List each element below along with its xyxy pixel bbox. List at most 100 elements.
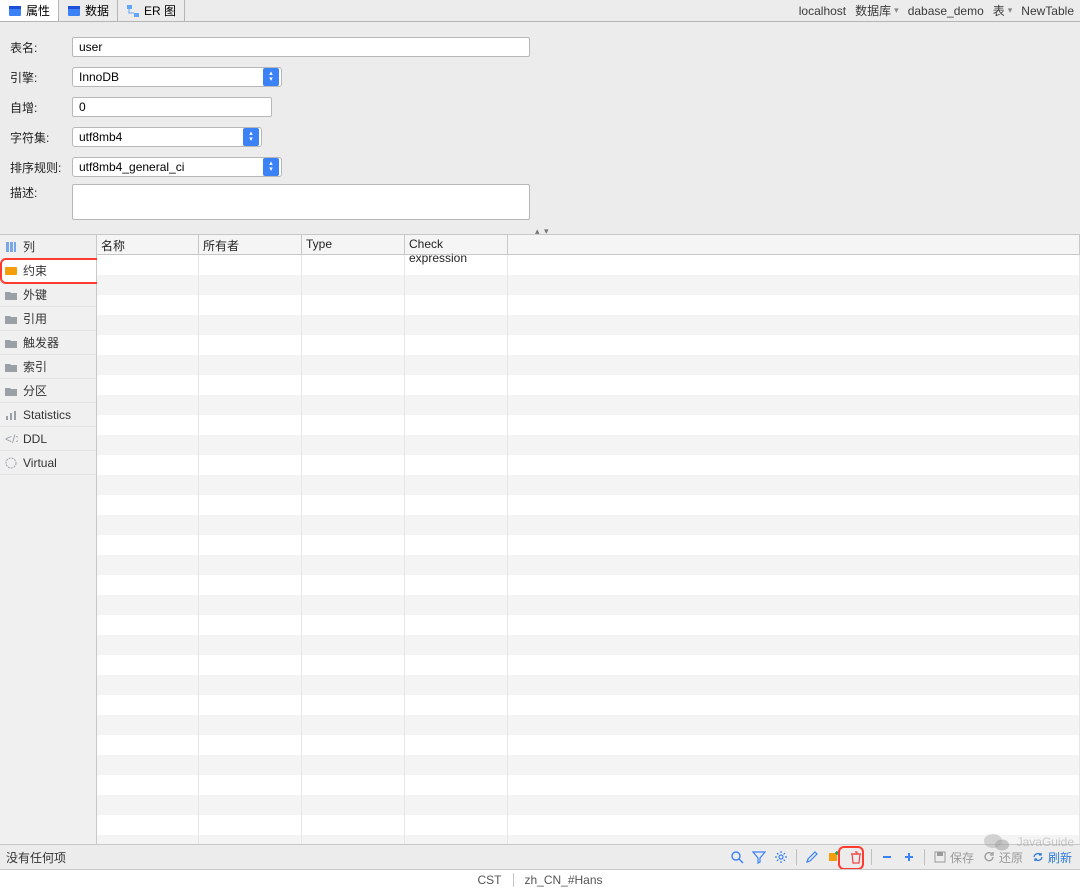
refresh-button[interactable]: 刷新 <box>1029 849 1074 866</box>
sidebar-item-virtual[interactable]: Virtual <box>0 451 96 475</box>
crumb-label: dabase_demo <box>908 4 984 18</box>
folder-icon <box>4 384 18 398</box>
folder-icon <box>4 336 18 350</box>
grid-col-spacer <box>508 235 1080 254</box>
tab-er-diagram[interactable]: ER 图 <box>118 0 185 21</box>
table-row[interactable] <box>97 575 1080 595</box>
crumb-tables[interactable]: 表▾ <box>988 2 1015 19</box>
table-row[interactable] <box>97 795 1080 815</box>
table-row[interactable] <box>97 715 1080 735</box>
description-input[interactable] <box>72 184 530 220</box>
table-row[interactable] <box>97 555 1080 575</box>
table-row[interactable] <box>97 395 1080 415</box>
main-area: 列 约束 外键 引用 触发器 索引 分区 Statistics </>DDL V… <box>0 234 1080 844</box>
label-autoincrement: 自增: <box>10 99 72 116</box>
stepper-icon[interactable] <box>263 158 279 176</box>
status-message: 没有任何项 <box>6 849 66 866</box>
sidebar-item-partitions[interactable]: 分区 <box>0 379 96 403</box>
edit-icon[interactable] <box>803 848 821 866</box>
status-bar: 没有任何项 保存 还原 刷新 <box>0 844 1080 869</box>
table-row[interactable] <box>97 255 1080 275</box>
plus-icon[interactable] <box>900 848 918 866</box>
chevron-down-icon: ▾ <box>1008 5 1013 16</box>
sidebar-item-indexes[interactable]: 索引 <box>0 355 96 379</box>
crumb-label: 表 <box>993 2 1005 19</box>
minus-icon[interactable] <box>878 848 896 866</box>
table-row[interactable] <box>97 775 1080 795</box>
section-sidebar: 列 约束 外键 引用 触发器 索引 分区 Statistics </>DDL V… <box>0 235 97 844</box>
table-row[interactable] <box>97 835 1080 844</box>
table-row[interactable] <box>97 815 1080 835</box>
table-row[interactable] <box>97 435 1080 455</box>
grid-col-check[interactable]: Check expression <box>405 235 508 254</box>
engine-value[interactable] <box>73 68 263 86</box>
table-row[interactable] <box>97 355 1080 375</box>
virtual-icon <box>4 456 18 470</box>
table-row[interactable] <box>97 315 1080 335</box>
columns-icon <box>4 240 18 254</box>
revert-button[interactable]: 还原 <box>980 849 1025 866</box>
sidebar-item-label: 列 <box>23 238 35 255</box>
stepper-icon[interactable] <box>243 128 259 146</box>
label-description: 描述: <box>10 184 72 201</box>
collation-select[interactable] <box>72 157 282 177</box>
label-engine: 引擎: <box>10 69 72 86</box>
crumb-label: localhost <box>799 4 846 18</box>
charset-value[interactable] <box>73 128 243 146</box>
locale-bar: CST zh_CN_#Hans <box>0 869 1080 889</box>
charset-select[interactable] <box>72 127 262 147</box>
table-row[interactable] <box>97 495 1080 515</box>
table-row[interactable] <box>97 275 1080 295</box>
sidebar-item-label: DDL <box>23 432 47 446</box>
grid-col-type[interactable]: Type <box>302 235 405 254</box>
tab-properties[interactable]: 属性 <box>0 0 59 21</box>
table-row[interactable] <box>97 455 1080 475</box>
sidebar-item-ddl[interactable]: </>DDL <box>0 427 96 451</box>
filter-icon[interactable] <box>750 848 768 866</box>
table-row[interactable] <box>97 655 1080 675</box>
crumb-database[interactable]: dabase_demo <box>903 4 986 18</box>
sidebar-item-label: 约束 <box>23 262 47 279</box>
sidebar-item-triggers[interactable]: 触发器 <box>0 331 96 355</box>
grid-col-name[interactable]: 名称 <box>97 235 199 254</box>
button-label: 刷新 <box>1048 849 1072 866</box>
table-row[interactable] <box>97 475 1080 495</box>
table-row[interactable] <box>97 635 1080 655</box>
crumb-host[interactable]: localhost <box>794 4 848 18</box>
crumb-table[interactable]: NewTable <box>1016 4 1076 18</box>
table-row[interactable] <box>97 695 1080 715</box>
tab-data[interactable]: 数据 <box>59 0 118 21</box>
search-icon[interactable] <box>728 848 746 866</box>
sidebar-item-references[interactable]: 引用 <box>0 307 96 331</box>
sidebar-item-label: 引用 <box>23 310 47 327</box>
autoincrement-input[interactable] <box>72 97 272 117</box>
crumb-databases[interactable]: 数据库▾ <box>850 2 901 19</box>
table-name-input[interactable] <box>72 37 530 57</box>
collation-value[interactable] <box>73 158 263 176</box>
table-row[interactable] <box>97 675 1080 695</box>
er-icon <box>126 4 140 18</box>
delete-icon[interactable] <box>847 848 865 866</box>
sidebar-item-columns[interactable]: 列 <box>0 235 96 259</box>
sidebar-item-foreign-keys[interactable]: 外键 <box>0 283 96 307</box>
table-row[interactable] <box>97 515 1080 535</box>
grid-col-owner[interactable]: 所有者 <box>199 235 302 254</box>
table-row[interactable] <box>97 375 1080 395</box>
add-row-icon[interactable] <box>825 848 843 866</box>
table-row[interactable] <box>97 755 1080 775</box>
table-row[interactable] <box>97 415 1080 435</box>
table-row[interactable] <box>97 735 1080 755</box>
stepper-icon[interactable] <box>263 68 279 86</box>
sidebar-item-constraints[interactable]: 约束 <box>0 259 96 283</box>
table-row[interactable] <box>97 335 1080 355</box>
table-row[interactable] <box>97 535 1080 555</box>
sidebar-item-statistics[interactable]: Statistics <box>0 403 96 427</box>
table-row[interactable] <box>97 615 1080 635</box>
engine-select[interactable] <box>72 67 282 87</box>
gear-icon[interactable] <box>772 848 790 866</box>
save-button[interactable]: 保存 <box>931 849 976 866</box>
folder-icon <box>4 312 18 326</box>
table-row[interactable] <box>97 295 1080 315</box>
table-row[interactable] <box>97 595 1080 615</box>
grid-body[interactable] <box>97 255 1080 844</box>
